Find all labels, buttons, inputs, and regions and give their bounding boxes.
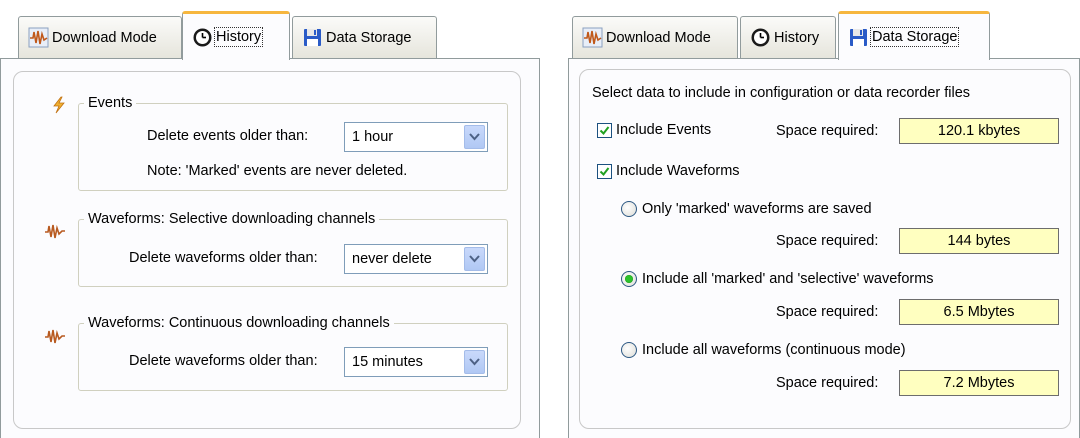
checkbox-box[interactable] [597,122,612,138]
history-page: Events Delete events older than: 1 hour … [0,58,540,438]
tab-strip: Download Mode History Data Storage [562,8,1080,60]
selected-value: never delete [352,251,432,267]
option-marked-only-radio[interactable]: Only 'marked' waveforms are saved [621,201,872,217]
tab-download-mode[interactable]: Download Mode [572,16,738,58]
option-label: Include all 'marked' and 'selective' wav… [642,271,934,287]
include-waveforms-checkbox[interactable]: Include Waveforms [597,163,740,179]
tab-download-mode[interactable]: Download Mode [18,16,182,58]
tab-label: History [213,27,264,47]
data-storage-panel: Download Mode History Data Storage Selec… [562,8,1080,438]
option-label: Include all waveforms (continuous mode) [642,342,906,358]
chevron-down-icon[interactable] [464,350,485,374]
option-space-label: Space required: [776,233,879,249]
selected-value: 15 minutes [352,354,423,370]
selective-group-title: Waveforms: Selective downloading channel… [88,211,376,227]
include-events-checkbox[interactable]: Include Events [597,122,711,138]
tab-label: Data Storage [869,27,960,47]
selected-value: 1 hour [352,129,394,145]
include-events-label: Include Events [616,122,712,138]
delete-events-select[interactable]: 1 hour [344,122,488,152]
tab-strip: Download Mode History Data Storage [0,8,540,60]
tab-label: Data Storage [326,29,412,46]
waveform-icon [28,27,49,48]
option-space-label: Space required: [776,375,879,391]
data-storage-page: Select data to include in configuration … [568,58,1080,438]
waveform-icon [582,27,603,48]
events-space-label: Space required: [776,123,879,139]
waveform-icon [45,329,65,344]
include-waveforms-label: Include Waveforms [616,163,740,179]
checkmark-icon [599,166,610,176]
clock-icon [193,28,212,46]
events-note: Note: 'Marked' events are never deleted. [147,163,408,179]
tab-label: History [774,29,820,46]
floppy-disk-icon [850,28,867,46]
intro-text: Select data to include in configuration … [592,85,971,101]
delete-selective-select[interactable]: never delete [344,244,488,274]
clock-icon [751,28,770,47]
continuous-group-title: Waveforms: Continuous downloading channe… [88,315,390,331]
radio-selected-dot [625,275,633,283]
delete-continuous-label: Delete waveforms older than: [129,353,318,369]
option-space-value: 6.5 Mbytes [899,299,1059,325]
checkbox-box[interactable] [597,163,612,179]
radio-button[interactable] [621,201,637,217]
tab-history[interactable]: History [182,11,290,60]
chevron-down-icon[interactable] [464,247,485,271]
delete-continuous-select[interactable]: 15 minutes [344,347,488,377]
tab-data-storage[interactable]: Data Storage [838,11,990,60]
checkmark-icon [599,125,610,135]
history-content-frame: Events Delete events older than: 1 hour … [13,71,521,429]
tab-label: Download Mode [52,29,157,46]
option-space-value: 144 bytes [899,228,1059,254]
lightning-icon [53,96,65,114]
events-group-title: Events [88,95,133,111]
chevron-down-icon[interactable] [464,125,485,149]
tab-data-storage[interactable]: Data Storage [292,16,437,58]
radio-button[interactable] [621,342,637,358]
tab-history[interactable]: History [740,16,836,58]
option-space-label: Space required: [776,304,879,320]
floppy-disk-icon [304,29,321,46]
waveform-icon [45,224,65,239]
events-space-value: 120.1 kbytes [899,118,1059,144]
option-all-waveforms-radio[interactable]: Include all waveforms (continuous mode) [621,342,906,358]
option-label: Only 'marked' waveforms are saved [642,201,872,217]
data-storage-content-frame: Select data to include in configuration … [579,69,1071,429]
radio-button[interactable] [621,271,637,287]
delete-selective-label: Delete waveforms older than: [129,250,318,266]
delete-events-label: Delete events older than: [147,128,309,144]
history-panel: Download Mode History Data Storage Event… [0,8,540,438]
tab-label: Download Mode [606,29,711,46]
option-space-value: 7.2 Mbytes [899,370,1059,396]
option-marked-selective-radio[interactable]: Include all 'marked' and 'selective' wav… [621,271,934,287]
